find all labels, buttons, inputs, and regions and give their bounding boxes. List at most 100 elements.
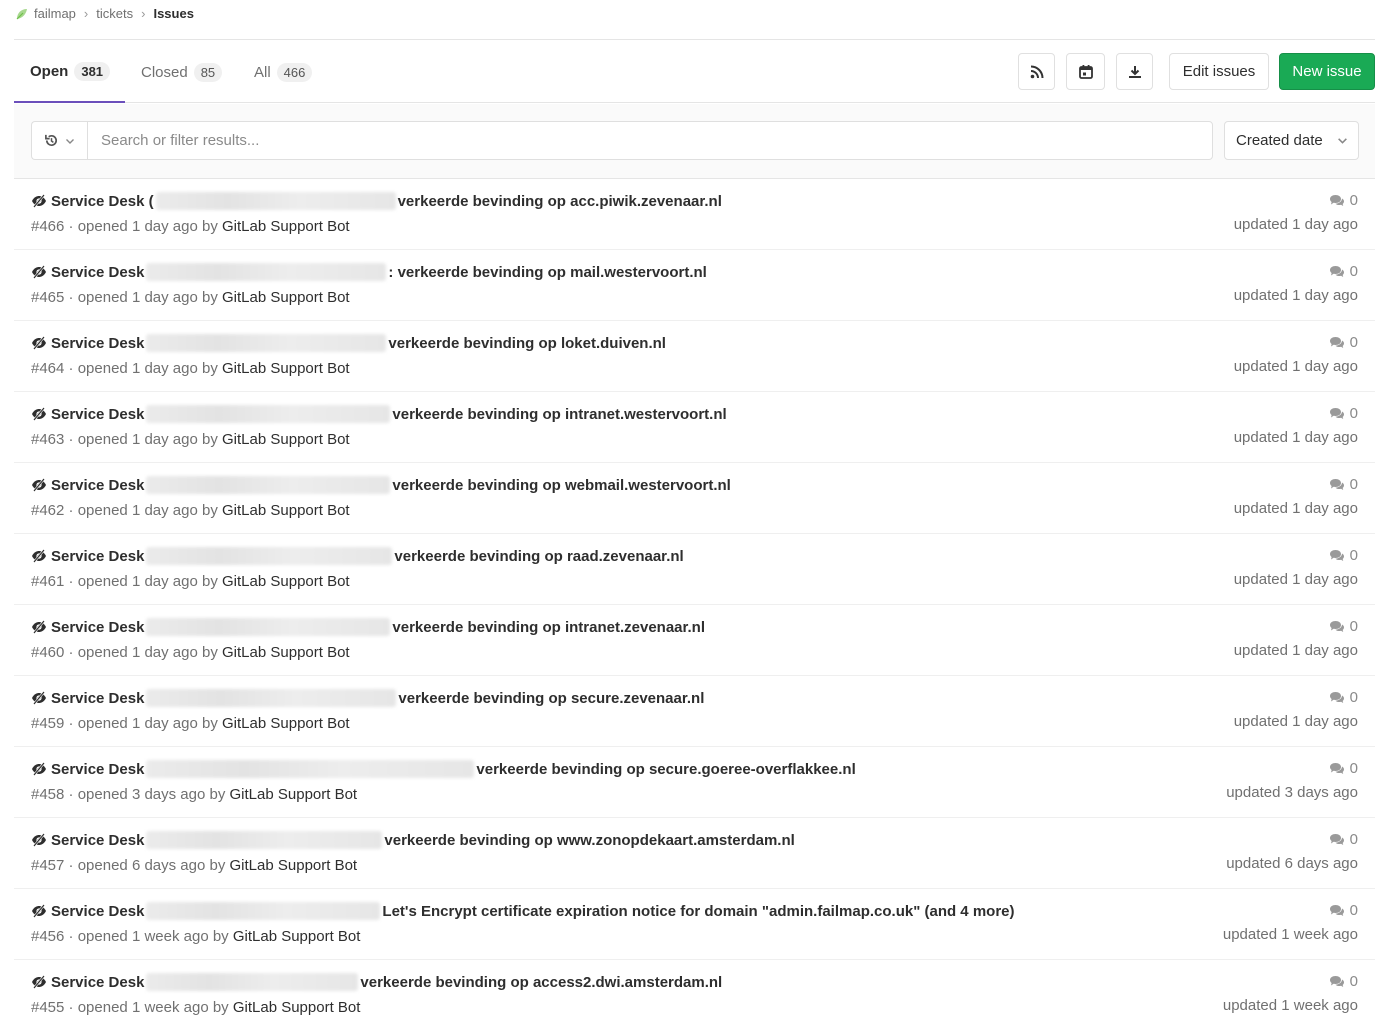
issue-row[interactable]: Service Desk verkeerde bevinding op loke… [14,321,1375,392]
issue-comments[interactable]: 0 [1329,618,1358,635]
issue-title[interactable]: Service Desk verkeerde bevinding op secu… [31,689,704,707]
issue-author-link[interactable]: GitLab Support Bot [222,218,350,235]
issue-title[interactable]: Service Desk Let's Encrypt certificate e… [31,902,1015,920]
issue-row[interactable]: Service Desk ( verkeerde bevinding op ac… [14,179,1375,250]
issue-opened: opened 1 day ago by [77,502,218,519]
issue-row[interactable]: Service Desk verkeerde bevinding op acce… [14,960,1375,1024]
issue-row[interactable]: Service Desk verkeerde bevinding op secu… [14,676,1375,747]
issue-row[interactable]: Service Desk verkeerde bevinding op www.… [14,818,1375,889]
breadcrumb-current[interactable]: Issues [153,6,193,21]
issue-row[interactable]: Service Desk : verkeerde bevinding op ma… [14,250,1375,321]
issue-author-link[interactable]: GitLab Support Bot [230,786,358,803]
issue-comments[interactable]: 0 [1329,973,1358,990]
issue-title[interactable]: Service Desk verkeerde bevinding op raad… [31,547,684,565]
issue-title-text: Let's Encrypt certificate expiration not… [382,902,1015,920]
comments-icon [1329,905,1344,916]
meta-separator: · [68,431,78,448]
issue-row[interactable]: Service Desk Let's Encrypt certificate e… [14,889,1375,960]
issue-row[interactable]: Service Desk verkeerde bevinding op webm… [14,463,1375,534]
issue-comments[interactable]: 0 [1329,902,1358,919]
issue-title-prefix: Service Desk [51,973,145,991]
issue-updated: updated 1 day ago [1233,642,1358,659]
project-logo-icon[interactable] [14,6,30,22]
issue-title[interactable]: Service Desk verkeerde bevinding op secu… [31,760,856,778]
edit-issues-button[interactable]: Edit issues [1169,53,1269,90]
search-filter-input[interactable] [87,121,1213,160]
issue-row[interactable]: Service Desk verkeerde bevinding op intr… [14,605,1375,676]
rss-button[interactable] [1018,53,1055,90]
issue-comments[interactable]: 0 [1329,689,1358,706]
issue-updated: updated 3 days ago [1226,784,1358,801]
issue-title[interactable]: Service Desk ( verkeerde bevinding op ac… [31,192,722,210]
comment-count: 0 [1349,689,1358,706]
issue-updated: updated 1 day ago [1233,358,1358,375]
tab-label: Open [30,62,69,80]
export-csv-button[interactable] [1116,53,1153,90]
comment-count: 0 [1349,405,1358,422]
issue-author-link[interactable]: GitLab Support Bot [222,431,350,448]
comments-icon [1329,692,1344,703]
sort-dropdown[interactable]: Created date [1224,121,1359,160]
issue-title[interactable]: Service Desk verkeerde bevinding op webm… [31,476,731,494]
issue-title[interactable]: Service Desk verkeerde bevinding op intr… [31,618,705,636]
redacted-email [146,689,397,707]
comment-count: 0 [1349,547,1358,564]
issue-title-text: verkeerde bevinding op secure.zevenaar.n… [398,689,705,707]
meta-separator: · [68,999,78,1016]
comment-count: 0 [1349,902,1358,919]
issue-row[interactable]: Service Desk verkeerde bevinding op secu… [14,747,1375,818]
issue-updated: updated 1 day ago [1233,429,1358,446]
issue-title[interactable]: Service Desk : verkeerde bevinding op ma… [31,263,707,281]
issue-number: #463 [31,431,65,448]
issue-author-link[interactable]: GitLab Support Bot [222,289,350,306]
issue-number: #461 [31,573,65,590]
eye-slash-icon [32,549,46,563]
comments-icon [1329,621,1344,632]
breadcrumb-item-subproject[interactable]: tickets [96,6,133,21]
calendar-subscribe-button[interactable] [1066,53,1105,90]
issue-comments[interactable]: 0 [1329,547,1358,564]
issue-author-link[interactable]: GitLab Support Bot [233,999,361,1016]
issue-title[interactable]: Service Desk verkeerde bevinding op www.… [31,831,795,849]
recent-searches-dropdown[interactable] [31,121,87,160]
redacted-email [146,618,391,636]
comments-icon [1329,266,1344,277]
issue-comments[interactable]: 0 [1329,831,1358,848]
tab-closed[interactable]: Closed 85 [125,41,238,103]
new-issue-button[interactable]: New issue [1279,53,1375,90]
issue-comments[interactable]: 0 [1329,405,1358,422]
issue-comments[interactable]: 0 [1329,192,1358,209]
tab-all[interactable]: All 466 [238,41,328,103]
issue-title[interactable]: Service Desk verkeerde bevinding op acce… [31,973,722,991]
issue-updated: updated 1 week ago [1222,997,1358,1014]
tab-open[interactable]: Open 381 [14,41,125,103]
tab-label: All [254,63,271,81]
issue-author-link[interactable]: GitLab Support Bot [222,644,350,661]
issue-author-link[interactable]: GitLab Support Bot [222,360,350,377]
comment-count: 0 [1349,618,1358,635]
meta-separator: · [68,786,78,803]
issue-row[interactable]: Service Desk verkeerde bevinding op intr… [14,392,1375,463]
issue-row[interactable]: Service Desk verkeerde bevinding op raad… [14,534,1375,605]
issue-author-link[interactable]: GitLab Support Bot [233,928,361,945]
issue-author-link[interactable]: GitLab Support Bot [230,857,358,874]
issue-comments[interactable]: 0 [1329,263,1358,280]
count-badge: 381 [74,61,111,81]
issue-author-link[interactable]: GitLab Support Bot [222,573,350,590]
issue-opened: opened 1 day ago by [77,360,218,377]
issue-comments[interactable]: 0 [1329,334,1358,351]
issues-tabs-bar: Open 381 Closed 85 All 466 Edit issues N… [14,41,1375,103]
issue-meta: #465 · opened 1 day ago by GitLab Suppor… [31,289,350,306]
issue-author-link[interactable]: GitLab Support Bot [222,502,350,519]
issue-title[interactable]: Service Desk verkeerde bevinding op loke… [31,334,666,352]
issue-title-text: verkeerde bevinding op www.zonopdekaart.… [384,831,795,849]
calendar-icon [1078,64,1093,79]
issue-comments[interactable]: 0 [1329,760,1358,777]
issue-comments[interactable]: 0 [1329,476,1358,493]
issue-title[interactable]: Service Desk verkeerde bevinding op intr… [31,405,727,423]
issue-author-link[interactable]: GitLab Support Bot [222,715,350,732]
meta-separator: · [68,360,78,377]
issue-number: #456 [31,928,65,945]
breadcrumb-item-project[interactable]: failmap [34,6,76,21]
issue-title-text: : verkeerde bevinding op mail.westervoor… [388,263,707,281]
